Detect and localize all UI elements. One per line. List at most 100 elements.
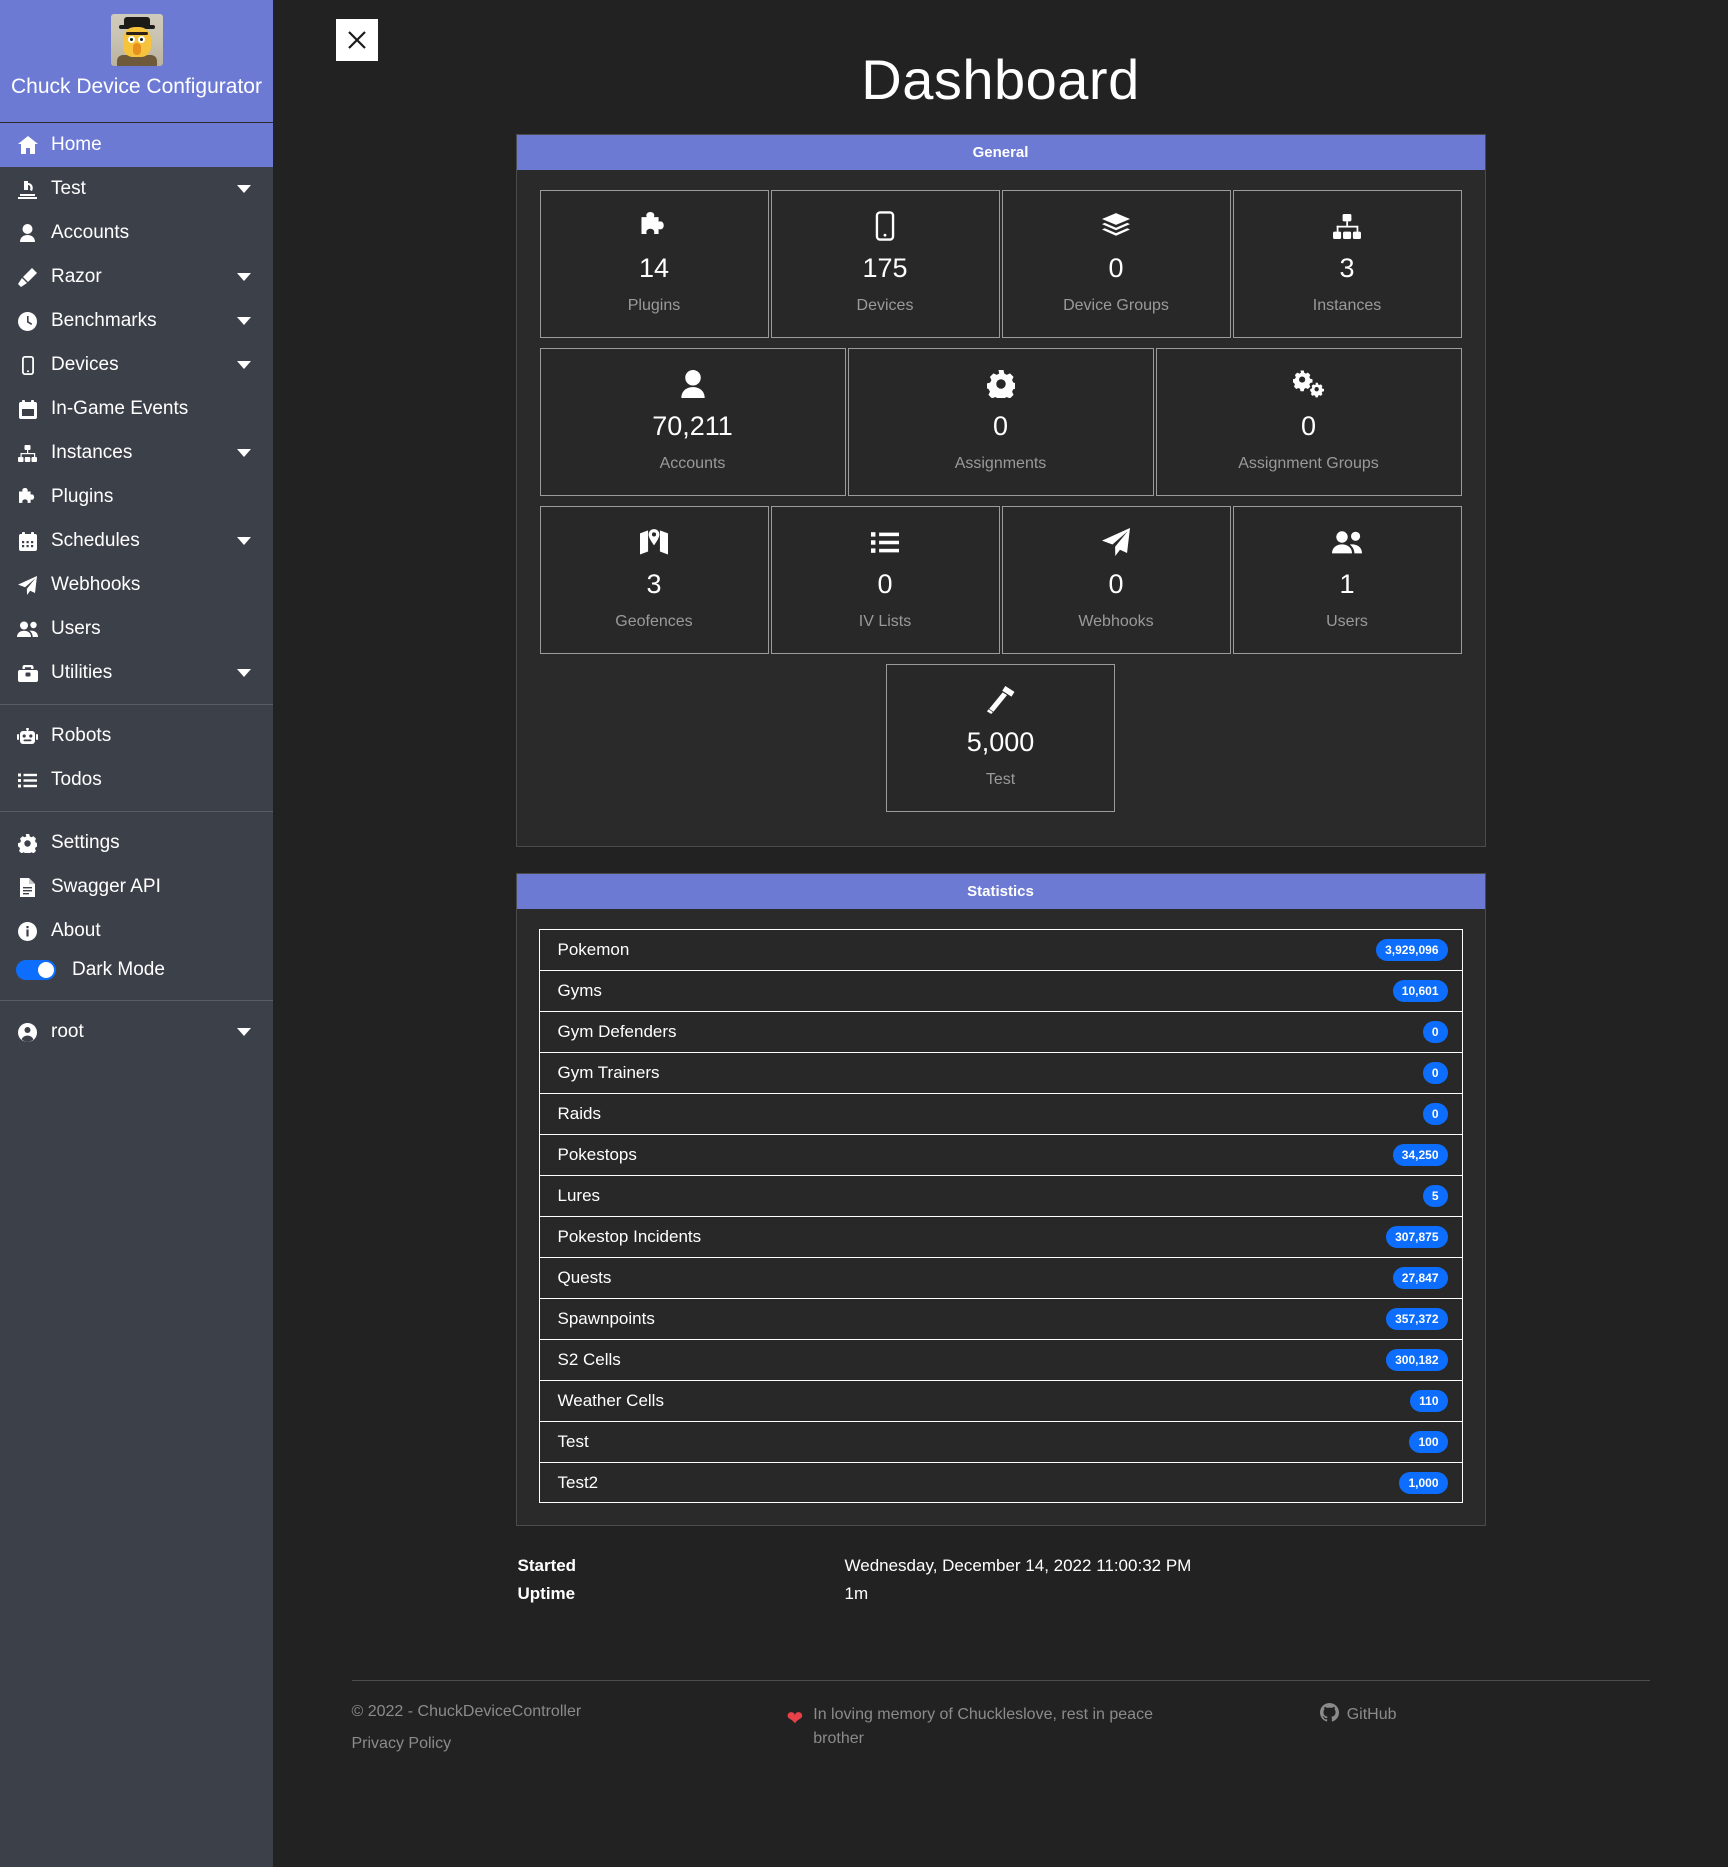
list-item[interactable]: Gyms 10,601 [538,970,1463,1011]
list-item[interactable]: Test 100 [538,1421,1463,1462]
stat-label: Assignments [954,455,1047,472]
sidebar-item-test[interactable]: Test [0,167,273,211]
sidebar-item-benchmarks[interactable]: Benchmarks [0,299,273,343]
list-item[interactable]: Pokemon 3,929,096 [538,929,1463,970]
layers-icon [1102,211,1130,241]
list-item[interactable]: Raids 0 [538,1093,1463,1134]
github-link[interactable]: GitHub [1197,1703,1397,1727]
stat-label: Assignment Groups [1238,455,1379,472]
stat-name: Weather Cells [557,1391,664,1410]
list-item[interactable]: Quests 27,847 [538,1257,1463,1298]
sidebar-item-settings[interactable]: Settings [0,821,273,865]
chevron-down-icon[interactable] [237,317,251,325]
stat-card-accounts[interactable]: 70,211 Accounts [539,348,846,496]
sidebar-item-accounts[interactable]: Accounts [0,211,273,255]
gear-icon [986,369,1015,399]
list-item[interactable]: S2 Cells 300,182 [538,1339,1463,1380]
stat-name: Pokemon [557,940,630,959]
stat-name: Test2 [557,1472,599,1492]
list-item[interactable]: Lures 5 [538,1175,1463,1216]
list-item[interactable]: Spawnpoints 357,372 [538,1298,1463,1339]
sidebar-item-instances[interactable]: Instances [0,431,273,475]
stat-card-assignments[interactable]: 0 Assignments [847,348,1154,496]
list-item[interactable]: Pokestops 34,250 [538,1134,1463,1175]
list-item[interactable]: Test2 1,000 [538,1462,1463,1503]
sidebar-brand[interactable]: Chuck Device Configurator [0,0,273,123]
sidebar-item-todos[interactable]: Todos [0,758,273,802]
sidebar-divider-1 [0,704,273,705]
chevron-down-icon[interactable] [237,449,251,457]
list-item[interactable]: Weather Cells 110 [538,1380,1463,1421]
github-label: GitHub [1346,1706,1397,1723]
mobile-icon [875,211,895,241]
chevron-down-icon[interactable] [237,537,251,545]
stat-label: Plugins [627,297,681,314]
gears-icon [1292,369,1325,399]
stat-card-webhooks[interactable]: 0 Webhooks [1001,506,1231,654]
sidebar-item-dark-mode[interactable]: Dark Mode [0,953,273,991]
brand-title: Chuck Device Configurator [11,75,262,98]
sidebar-item-plugins[interactable]: Plugins [0,475,273,519]
stat-card-plugins[interactable]: 14 Plugins [539,190,769,338]
stat-value: 0 [1108,253,1124,283]
list-item[interactable]: Gym Trainers 0 [538,1052,1463,1093]
status-badge: 5 [1422,1185,1448,1207]
sidebar-item-users[interactable]: Users [0,607,273,651]
stat-card-geofences[interactable]: 3 Geofences [539,506,769,654]
stat-card-instances[interactable]: 3 Instances [1232,190,1462,338]
status-badge: 100 [1409,1431,1448,1453]
dark-mode-toggle[interactable] [16,960,56,980]
chevron-down-icon[interactable] [237,669,251,677]
sidebar-item-account[interactable]: root [0,1010,273,1054]
sidebar-nav: Home Test Accounts Razor Benchmarks Devi… [0,123,273,1054]
close-icon [346,29,368,51]
stat-card-users[interactable]: 1 Users [1232,506,1462,654]
status-badge: 110 [1410,1390,1448,1412]
sidebar-item-robots[interactable]: Robots [0,714,273,758]
stat-card-test[interactable]: 5,000 Test [886,664,1115,812]
sidebar-item-utilities[interactable]: Utilities [0,651,273,695]
sidebar-divider-2 [0,811,273,812]
stat-name: Pokestops [557,1145,637,1164]
sidebar-item-label: About [51,920,101,941]
sidebar-item-label: Instances [51,442,133,463]
sidebar-item-label: Razor [51,266,102,287]
stat-name: Spawnpoints [557,1309,655,1328]
user-circle-icon [16,1022,39,1042]
chevron-down-icon[interactable] [237,273,251,281]
list-item[interactable]: Pokestop Incidents 307,875 [538,1216,1463,1257]
sidebar-item-label: Home [51,134,102,155]
footer-left: © 2022 - ChuckDeviceController Privacy P… [352,1703,787,1767]
chevron-down-icon[interactable] [237,1028,251,1036]
stat-card-devices[interactable]: 175 Devices [770,190,1000,338]
stat-card-assignment-groups[interactable]: 0 Assignment Groups [1155,348,1462,496]
stat-card-iv-lists[interactable]: 0 IV Lists [770,506,1000,654]
sidebar-item-in-game-events[interactable]: In-Game Events [0,387,273,431]
close-sidebar-button[interactable] [336,19,378,61]
info-circle-icon [16,921,39,941]
sidebar-item-devices[interactable]: Devices [0,343,273,387]
list-item[interactable]: Gym Defenders 0 [538,1011,1463,1052]
list-icon [16,773,39,788]
stat-label: Device Groups [1063,297,1169,314]
general-panel: General 14 Plugins 175 Devices 0 Device … [515,134,1486,847]
sidebar-item-home[interactable]: Home [0,123,273,167]
sidebar-item-schedules[interactable]: Schedules [0,519,273,563]
stat-card-device-groups[interactable]: 0 Device Groups [1001,190,1231,338]
users-icon [16,621,39,637]
status-badge: 307,875 [1386,1226,1448,1248]
chevron-down-icon[interactable] [237,185,251,193]
sidebar-item-about[interactable]: About [0,909,273,953]
sidebar-item-razor[interactable]: Razor [0,255,273,299]
heart-icon: ❤ [786,1708,804,1730]
sidebar-item-webhooks[interactable]: Webhooks [0,563,273,607]
statistics-panel: Statistics Pokemon 3,929,096 Gyms 10,601 G… [515,873,1486,1526]
users-icon [1332,527,1362,557]
hammer-icon [986,685,1015,715]
chevron-down-icon[interactable] [237,361,251,369]
sidebar-item-label: Devices [51,354,119,375]
privacy-policy-link[interactable]: Privacy Policy [352,1735,787,1753]
memorial-text: In loving memory of Chuckleslove, rest i… [813,1706,1153,1747]
sidebar-item-swagger-api[interactable]: Swagger API [0,865,273,909]
status-badge: 0 [1422,1062,1448,1084]
